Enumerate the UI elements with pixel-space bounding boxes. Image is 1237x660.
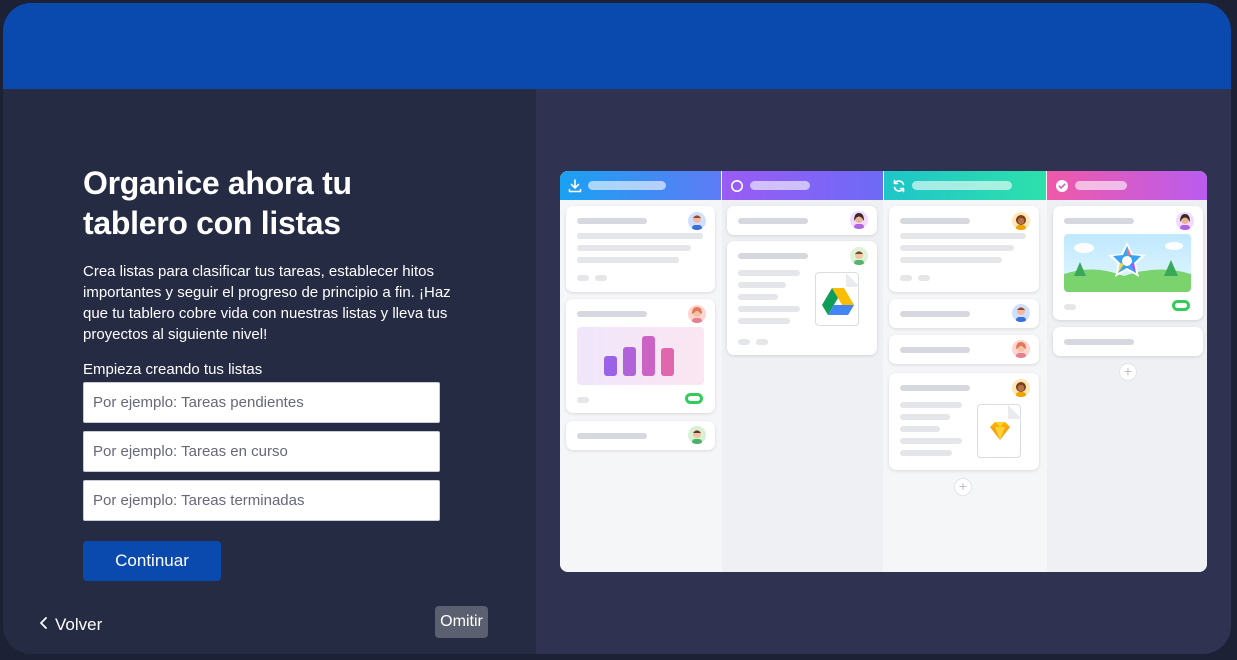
star-icon (1064, 234, 1191, 292)
avatar (1012, 340, 1030, 358)
continue-button[interactable]: Continuar (83, 541, 221, 581)
modal-header (3, 3, 1231, 89)
task-card (889, 335, 1039, 364)
list-name-input-2[interactable] (83, 431, 440, 472)
chevron-left-icon (39, 615, 49, 635)
task-card (566, 206, 715, 292)
circle-icon (730, 179, 744, 193)
avatar (1176, 212, 1194, 230)
avatar (850, 211, 868, 229)
board-column-4: + (1047, 171, 1207, 572)
avatar (688, 212, 706, 230)
task-card (889, 206, 1039, 292)
avatar (688, 426, 706, 444)
board-column-1 (560, 171, 721, 572)
refresh-icon (892, 179, 906, 193)
avatar (1012, 379, 1030, 397)
sketch-icon (977, 404, 1022, 458)
task-card (727, 241, 877, 355)
board-column-2 (722, 171, 883, 572)
list-name-input-1[interactable] (83, 382, 440, 423)
onboarding-modal: Organice ahora tu tablero con listas Cre… (3, 3, 1231, 654)
task-card (889, 299, 1039, 328)
download-icon (568, 178, 582, 193)
task-card (727, 206, 877, 235)
avatar (1012, 304, 1030, 322)
column-title-placeholder (588, 181, 666, 190)
task-card (566, 421, 715, 450)
column-title-placeholder (750, 181, 810, 190)
back-label: Volver (55, 615, 103, 634)
column-title-placeholder (1075, 181, 1127, 190)
avatar (850, 247, 868, 265)
avatar (688, 305, 706, 323)
lists-label: Empieza creando tus listas (83, 361, 263, 378)
add-card-icon: + (1119, 363, 1137, 381)
left-panel: Organice ahora tu tablero con listas Cre… (3, 89, 536, 654)
list-name-input-3[interactable] (83, 480, 440, 521)
page-title: Organice ahora tu tablero con listas (83, 165, 352, 241)
add-card-icon: + (954, 478, 972, 496)
column-title-placeholder (912, 181, 1012, 190)
task-card (566, 299, 715, 413)
bar-chart-icon (577, 327, 704, 385)
column-header (722, 171, 883, 200)
column-header (560, 171, 721, 200)
task-card (1053, 327, 1203, 356)
check-circle-icon (1055, 179, 1069, 193)
task-card (889, 373, 1039, 470)
avatar (1012, 212, 1030, 230)
skip-button[interactable]: Omitir (435, 606, 488, 638)
description: Crea listas para clasificar tus tareas, … (83, 263, 451, 343)
column-header (884, 171, 1046, 200)
task-card (1053, 206, 1203, 320)
board-illustration: + + (560, 171, 1207, 572)
right-panel: + + (536, 89, 1231, 654)
google-drive-icon (815, 272, 860, 326)
board-column-3: + (884, 171, 1046, 572)
back-button[interactable]: Volver (39, 615, 102, 635)
column-header (1047, 171, 1207, 200)
